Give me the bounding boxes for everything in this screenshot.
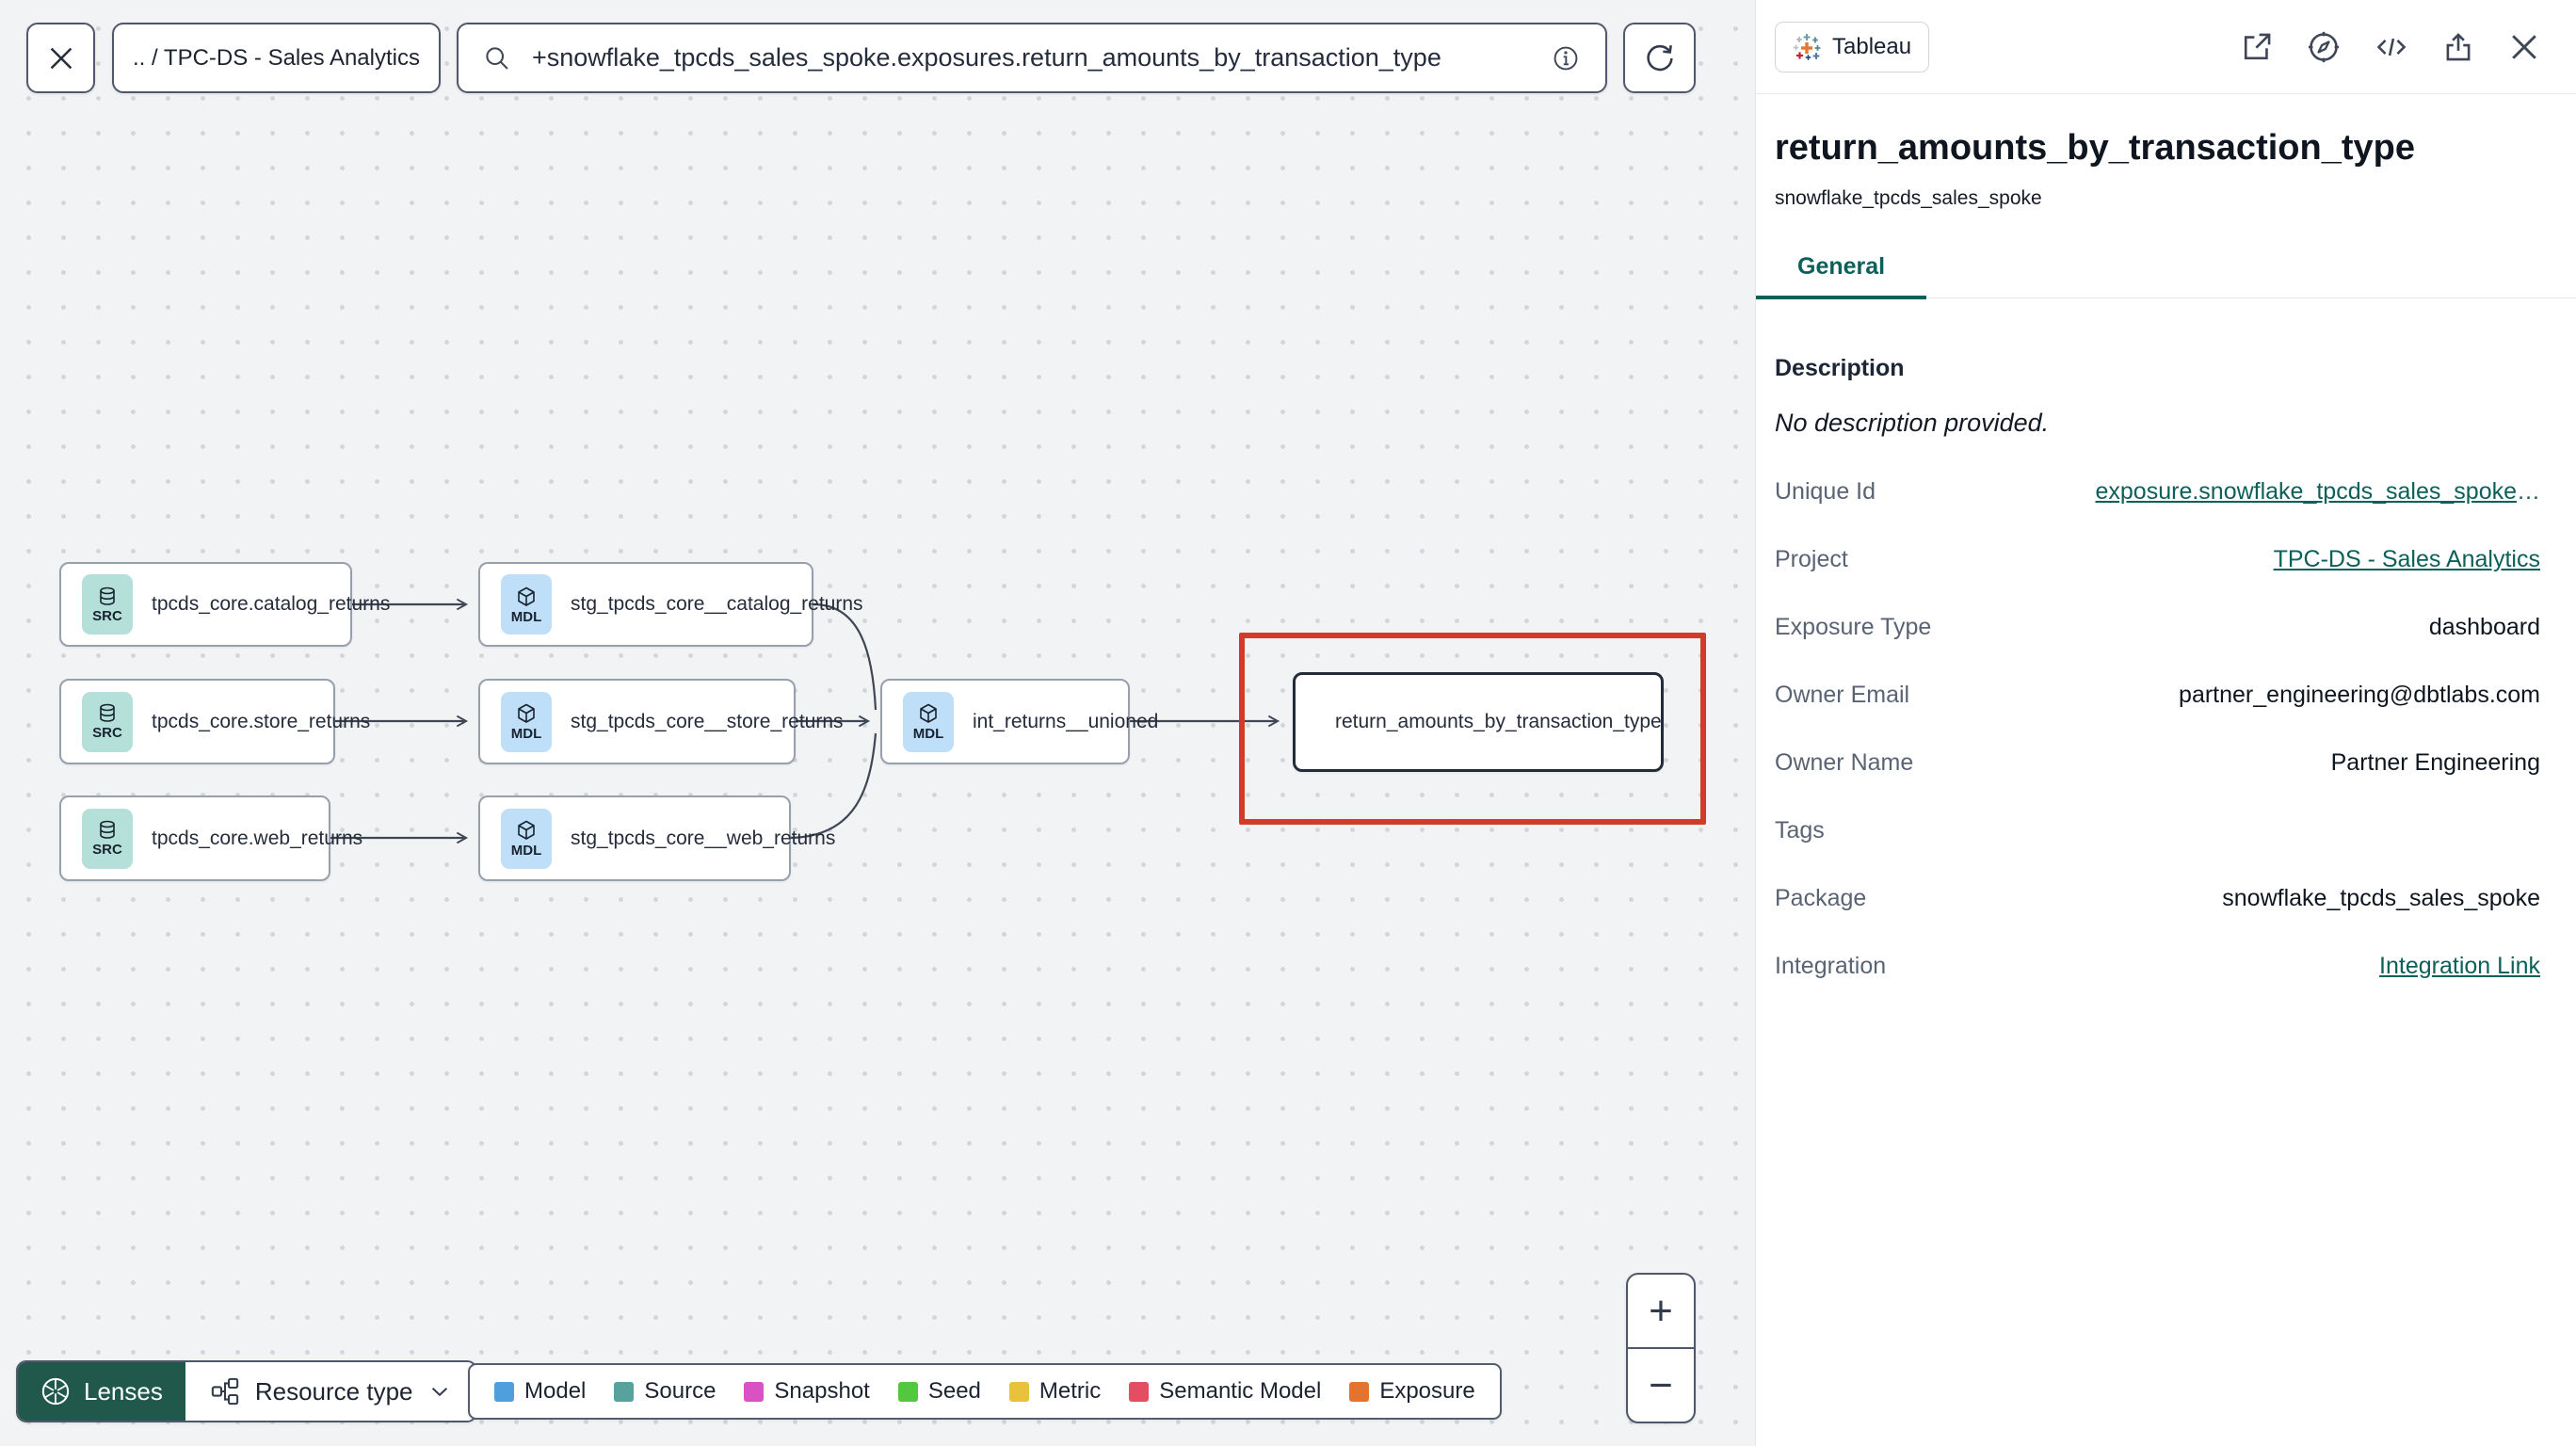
lenses-label: Lenses (84, 1376, 163, 1406)
tableau-source-badge[interactable]: Tableau (1775, 21, 1930, 72)
panel-actions (2241, 30, 2540, 64)
source-icon: SRC (82, 691, 133, 752)
code-icon (2376, 38, 2407, 56)
model-icon: MDL (501, 574, 552, 635)
refresh-icon (1646, 44, 1673, 71)
project-link[interactable]: TPC-DS - Sales Analytics (2274, 546, 2540, 573)
lens-toolbar: Lenses Resource type (16, 1360, 477, 1422)
legend-swatch (614, 1381, 635, 1402)
panel-header: Tableau (1756, 0, 2576, 94)
unique-id-link[interactable]: exposure.snowflake_tpcds_sales_spoke (2096, 478, 2518, 505)
legend-swatch (897, 1381, 918, 1402)
node-source-catalog-returns[interactable]: SRC tpcds_core.catalog_returns (59, 562, 390, 647)
breadcrumb-label: .. / TPC-DS - Sales Analytics (133, 44, 420, 71)
row-owner-email: Owner Email partner_engineering@dbtlabs.… (1775, 682, 2540, 708)
model-icon: MDL (501, 808, 552, 869)
node-source-web-returns[interactable]: SRC tpcds_core.web_returns (59, 795, 362, 881)
info-icon[interactable] (1551, 43, 1581, 73)
node-stg-store-returns[interactable]: MDL stg_tpcds_core__store_returns (478, 679, 844, 764)
source-badge-label: Tableau (1832, 33, 1912, 59)
description-empty-text: No description provided. (1775, 409, 2050, 437)
legend-swatch (1349, 1381, 1370, 1402)
legend-item-semantic-model: Semantic Model (1129, 1378, 1321, 1405)
node-label: tpcds_core.web_returns (152, 827, 363, 849)
source-icon: SRC (82, 574, 133, 635)
external-link-icon (2244, 33, 2271, 59)
unique-id-value: exposure.snowflake_tpcds_sales_spoke… (2095, 478, 2541, 505)
chevron-down-icon (431, 1388, 447, 1397)
dbt-explorer-lineage-page: { "topbar": { "breadcrumb": ".. / TPC-DS… (0, 0, 2576, 1446)
node-stg-catalog-returns[interactable]: MDL stg_tpcds_core__catalog_returns (478, 562, 863, 647)
tableau-icon (1793, 33, 1821, 60)
row-tags: Tags (1775, 817, 1825, 844)
close-icon (2512, 34, 2536, 59)
node-label: return_amounts_by_transaction_type (1335, 711, 1662, 732)
row-package: Package snowflake_tpcds_sales_spoke (1775, 885, 2540, 911)
legend-item-metric: Metric (1008, 1378, 1101, 1405)
close-panel-button[interactable] (2508, 31, 2540, 63)
explore-button[interactable] (2307, 30, 2341, 64)
legend-item-source: Source (614, 1378, 716, 1405)
resource-type-icon (211, 1377, 239, 1406)
zoom-in-button[interactable]: + (1628, 1275, 1694, 1347)
node-label: tpcds_core.store_returns (152, 710, 371, 732)
panel-tabs: General (1756, 253, 2576, 299)
row-project: Project TPC-DS - Sales Analytics (1775, 546, 2540, 573)
resource-type-label: Resource type (254, 1376, 413, 1406)
row-unique-id: Unique Id exposure.snowflake_tpcds_sales… (1775, 478, 2541, 505)
description-label: Description (1775, 355, 1905, 381)
zoom-control: + − (1626, 1273, 1696, 1423)
search-input[interactable]: +snowflake_tpcds_sales_spoke.exposures.r… (457, 23, 1607, 93)
legend-swatch (494, 1381, 514, 1402)
share-icon (2446, 32, 2471, 60)
row-integration: Integration Integration Link (1775, 953, 2540, 980)
legend-swatch (1129, 1381, 1150, 1402)
panel-body: Description No description provided. Uni… (1756, 355, 2576, 980)
legend-item-seed: Seed (897, 1378, 981, 1405)
open-external-button[interactable] (2241, 31, 2273, 63)
row-exposure-type: Exposure Type dashboard (1775, 614, 2540, 640)
page-title: return_amounts_by_transaction_type (1775, 128, 2415, 168)
resource-type-dropdown[interactable]: Resource type (185, 1362, 475, 1421)
node-label: stg_tpcds_core__web_returns (571, 827, 836, 849)
lenses-button[interactable]: Lenses (18, 1362, 185, 1421)
node-label: stg_tpcds_core__catalog_returns (571, 593, 863, 615)
model-icon: MDL (501, 691, 552, 752)
search-icon (486, 46, 508, 70)
legend-item-snapshot: Snapshot (744, 1378, 870, 1405)
integration-link[interactable]: Integration Link (2379, 953, 2540, 980)
source-icon: SRC (82, 808, 133, 869)
node-stg-web-returns[interactable]: MDL stg_tpcds_core__web_returns (478, 795, 835, 881)
tab-general[interactable]: General (1756, 253, 1927, 299)
row-owner-name: Owner Name Partner Engineering (1775, 749, 2540, 776)
node-source-store-returns[interactable]: SRC tpcds_core.store_returns (59, 679, 370, 764)
node-label: tpcds_core.catalog_returns (152, 593, 391, 615)
zoom-out-button[interactable]: − (1628, 1347, 1694, 1422)
node-label: stg_tpcds_core__store_returns (571, 710, 844, 732)
model-icon: MDL (903, 691, 954, 752)
node-int-returns-unioned[interactable]: MDL int_returns__unioned (880, 679, 1158, 764)
legend-swatch (1008, 1381, 1029, 1402)
legend-item-model: Model (494, 1378, 586, 1405)
legend-item-exposure: Exposure (1349, 1378, 1475, 1405)
view-code-button[interactable] (2375, 30, 2408, 64)
detail-panel: Tableau return_amounts_by_transaction_ty… (1755, 0, 2576, 1446)
breadcrumb[interactable]: .. / TPC-DS - Sales Analytics (112, 23, 441, 93)
close-lineage-button[interactable] (26, 23, 95, 93)
close-icon (50, 47, 72, 69)
package-subtitle: snowflake_tpcds_sales_spoke (1775, 187, 2042, 209)
lens-aperture-icon (41, 1377, 70, 1406)
search-value: +snowflake_tpcds_sales_spoke.exposures.r… (532, 43, 1441, 72)
node-exposure-return-amounts[interactable]: return_amounts_by_transaction_type (1293, 672, 1664, 772)
legend-swatch (744, 1381, 765, 1402)
share-button[interactable] (2442, 31, 2474, 63)
refresh-lineage-button[interactable] (1623, 23, 1696, 93)
compass-icon (2308, 31, 2340, 62)
resource-legend: Model Source Snapshot Seed Metric Semant… (468, 1363, 1502, 1420)
node-label: int_returns__unioned (973, 710, 1159, 732)
